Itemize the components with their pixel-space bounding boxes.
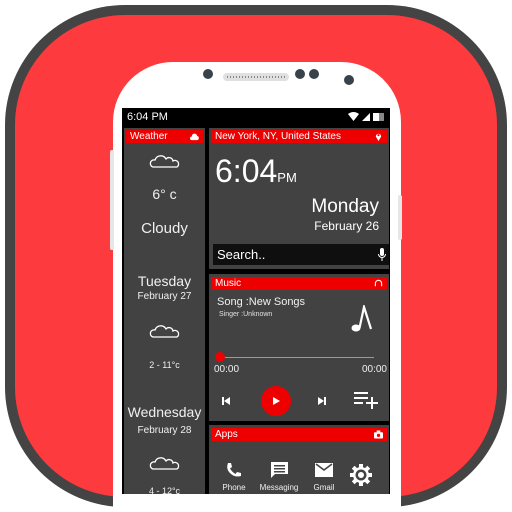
- search-input[interactable]: Search..: [213, 244, 389, 265]
- phone-speaker: [223, 73, 289, 81]
- phone-screen: 6:04 PM Weather 6° c Cloudy Tuesday Febr…: [122, 108, 390, 494]
- next-icon[interactable]: [318, 397, 326, 405]
- play-button[interactable]: [261, 386, 291, 416]
- location-text: New York, NY, United States: [215, 131, 341, 142]
- cloudy-icon: [149, 457, 179, 470]
- forecast-day: Tuesday: [137, 273, 192, 289]
- sensor-dot: [344, 75, 354, 85]
- clock-time-value: 6:04: [215, 153, 278, 189]
- cloud-icon: [190, 133, 199, 141]
- play-icon: [273, 397, 280, 405]
- song-title: Song :New Songs: [217, 296, 306, 308]
- phone-side-button: [110, 150, 114, 250]
- forecast-range: 4 - 12°c: [148, 486, 181, 494]
- weather-panel: Weather 6° c Cloudy Tuesday February 27 …: [124, 128, 205, 494]
- app-label: Phone: [222, 483, 246, 492]
- location-header: New York, NY, United States: [211, 130, 387, 143]
- app-messaging[interactable]: Messaging: [256, 462, 302, 492]
- clock-panel[interactable]: New York, NY, United States 6:04PM Monda…: [209, 128, 389, 269]
- progress-track[interactable]: [219, 357, 374, 358]
- music-note-icon: [351, 305, 373, 332]
- current-condition: Cloudy: [141, 220, 188, 237]
- clock-time: 6:04PM: [215, 153, 297, 190]
- status-time: 6:04 PM: [127, 111, 168, 123]
- apps-panel: Apps Phone Messaging Gmail: [209, 425, 389, 494]
- forecast-day: Wednesday: [127, 404, 202, 420]
- battery-icon: [373, 112, 384, 121]
- app-gmail[interactable]: Gmail: [309, 463, 339, 492]
- cloudy-icon: [149, 325, 179, 338]
- headphones-icon: [374, 279, 383, 287]
- progress-thumb[interactable]: [215, 352, 225, 362]
- music-panel: Music Song :New Songs Singer :Unknown 00…: [209, 274, 389, 421]
- previous-icon[interactable]: [222, 397, 230, 405]
- clock-date: February 26: [314, 219, 379, 233]
- settings-gear-icon[interactable]: [349, 463, 373, 487]
- playlist-add-icon[interactable]: [354, 392, 378, 409]
- phone-icon: [227, 463, 241, 477]
- forecast-date: February 28: [137, 425, 192, 436]
- message-icon: [270, 462, 288, 478]
- app-phone[interactable]: Phone: [217, 462, 251, 492]
- clock-ampm: PM: [277, 170, 297, 185]
- app-label: Gmail: [313, 483, 335, 492]
- sensor-dot: [295, 69, 305, 79]
- sensor-dot: [309, 69, 319, 79]
- search-placeholder: Search..: [217, 247, 266, 262]
- forecast-date: February 27: [137, 291, 192, 302]
- front-camera: [203, 69, 213, 79]
- apps-header: Apps: [211, 428, 387, 441]
- music-header: Music: [211, 277, 387, 290]
- mail-icon: [315, 463, 333, 477]
- signal-icon: [362, 112, 370, 121]
- weather-title: Weather: [130, 131, 168, 142]
- music-title: Music: [215, 278, 242, 289]
- camera-icon: [374, 430, 383, 439]
- app-label: Messaging: [259, 483, 299, 492]
- phone-side-button: [398, 195, 402, 240]
- duration-time: 00:00: [361, 364, 387, 375]
- location-pin-icon: [375, 133, 382, 141]
- weather-header: Weather: [126, 130, 203, 143]
- apps-title: Apps: [215, 429, 238, 440]
- elapsed-time: 00:00: [214, 364, 240, 375]
- microphone-icon[interactable]: [378, 248, 386, 261]
- clock-day: Monday: [311, 196, 379, 217]
- wifi-icon: [348, 112, 359, 121]
- cloudy-icon: [149, 155, 179, 168]
- forecast-range: 2 - 11°c: [149, 360, 180, 370]
- status-bar: 6:04 PM: [122, 108, 390, 126]
- singer-name: Singer :Unknown: [219, 311, 273, 318]
- current-temperature: 6° c: [152, 186, 177, 202]
